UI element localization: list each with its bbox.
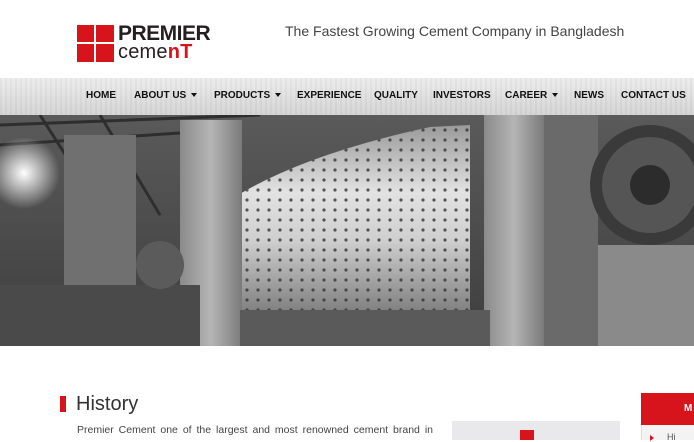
site-header: PREMIER cemenT The Fastest Growing Cemen… — [0, 0, 694, 78]
site-tagline: The Fastest Growing Cement Company in Ba… — [285, 23, 625, 39]
premier-cement-logo[interactable]: PREMIER cemenT — [77, 22, 211, 64]
nav-item-experience[interactable]: EXPERIENCE — [297, 90, 361, 101]
section-accent-bar — [60, 396, 66, 412]
nav-item-news[interactable]: NEWS — [574, 90, 604, 101]
section-title-history: History — [76, 393, 139, 415]
history-intro-text: Premier Cement one of the largest and mo… — [77, 424, 433, 436]
hero-banner-image — [0, 115, 694, 346]
history-image — [452, 421, 620, 440]
logo-wordmark-cement: cemenT — [118, 41, 193, 63]
nav-item-about-us[interactable]: ABOUT US — [134, 90, 198, 101]
nav-item-career[interactable]: CAREER — [505, 90, 559, 101]
logo-mark-icon — [520, 430, 534, 440]
nav-item-home[interactable]: HOME — [86, 90, 116, 101]
chevron-down-icon — [275, 93, 282, 98]
chevron-down-icon — [191, 93, 198, 98]
cement-mill-photo — [0, 115, 694, 346]
sidebar-menu-title: M — [684, 403, 693, 414]
nav-item-investors[interactable]: INVESTORS — [433, 90, 491, 101]
logo-mark-icon — [77, 25, 114, 62]
sidebar-item-history[interactable]: Hi — [667, 432, 676, 442]
bullet-arrow-icon — [650, 435, 654, 441]
main-navigation: HOME ABOUT US PRODUCTS EXPERIENCE QUALIT… — [0, 78, 694, 115]
nav-item-quality[interactable]: QUALITY — [374, 90, 418, 101]
chevron-down-icon — [552, 93, 559, 98]
nav-item-contact-us[interactable]: CONTACT US — [621, 90, 686, 101]
nav-item-products[interactable]: PRODUCTS — [214, 90, 282, 101]
